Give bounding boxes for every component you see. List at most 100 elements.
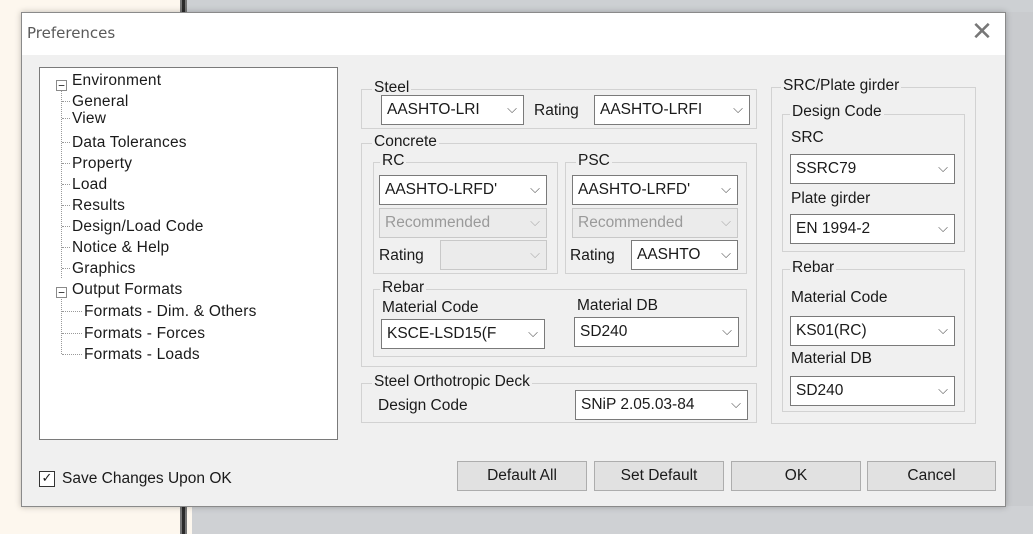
chevron-down-icon: ⌵ <box>530 182 540 197</box>
tree-item-notice-help[interactable]: Notice & Help <box>72 238 169 257</box>
tree-connector <box>62 333 82 334</box>
tree-connector <box>62 247 70 248</box>
chevron-down-icon: ⌵ <box>528 326 538 341</box>
set-default-button[interactable]: Set Default <box>594 461 724 491</box>
tree-item-data-tolerances[interactable]: Data Tolerances <box>72 133 187 152</box>
steel-rating-value: AASHTO-LRFI <box>600 101 703 118</box>
psc-rating-value: AASHTO <box>637 246 701 263</box>
background-top <box>22 0 1033 12</box>
chevron-down-icon: ⌵ <box>507 102 517 117</box>
src-rebar-material-db-select[interactable]: SD240 ⌵ <box>790 376 955 406</box>
plate-girder-select[interactable]: EN 1994-2 ⌵ <box>790 214 955 244</box>
tree-connector <box>62 226 70 227</box>
rc-option-value: Recommended <box>385 214 491 231</box>
tree-item-environment[interactable]: Environment <box>72 71 161 90</box>
tree-item-formats-dim[interactable]: Formats - Dim. & Others <box>84 302 257 321</box>
concrete-rebar-material-code-label: Material Code <box>382 299 479 316</box>
chevron-down-icon: ⌵ <box>733 102 743 117</box>
tree-item-graphics[interactable]: Graphics <box>72 259 136 278</box>
preferences-dialog: Preferences ✕ − Environment General View… <box>21 12 1006 507</box>
tree-item-view[interactable]: View <box>72 109 106 128</box>
psc-option-value: Recommended <box>578 214 684 231</box>
title-bar: Preferences ✕ <box>22 13 1005 55</box>
chevron-down-icon: ⌵ <box>530 215 540 230</box>
chevron-down-icon: ⌵ <box>530 247 540 262</box>
tree-connector <box>62 184 70 185</box>
psc-code-select[interactable]: AASHTO-LRFD' ⌵ <box>572 175 738 205</box>
chevron-down-icon: ⌵ <box>721 182 731 197</box>
steel-rating-select[interactable]: AASHTO-LRFI ⌵ <box>594 95 750 125</box>
src-label: SRC <box>791 129 824 146</box>
orthotropic-legend: Steel Orthotropic Deck <box>372 373 532 391</box>
src-rebar-material-code-select[interactable]: KS01(RC) ⌵ <box>790 316 955 346</box>
tree-item-formats-loads[interactable]: Formats - Loads <box>84 345 200 364</box>
src-rebar-material-db-label: Material DB <box>791 350 872 367</box>
background-left <box>0 0 22 534</box>
tree-item-output-formats[interactable]: Output Formats <box>72 280 182 299</box>
concrete-rebar-material-db-value: SD240 <box>580 323 628 340</box>
tree-item-load[interactable]: Load <box>72 175 107 194</box>
save-changes-checkbox[interactable]: ✓ <box>39 471 55 487</box>
cancel-button[interactable]: Cancel <box>867 461 996 491</box>
default-all-button[interactable]: Default All <box>457 461 587 491</box>
ok-button[interactable]: OK <box>731 461 861 491</box>
tree-connector <box>62 142 70 143</box>
src-rebar-material-code-value: KS01(RC) <box>796 322 867 339</box>
src-design-code-legend: Design Code <box>790 103 884 121</box>
src-code-select[interactable]: SSRC79 ⌵ <box>790 154 955 184</box>
tree-item-formats-forces[interactable]: Formats - Forces <box>84 324 205 343</box>
concrete-rebar-material-db-label: Material DB <box>577 297 658 314</box>
src-rebar-legend: Rebar <box>790 259 837 277</box>
tree-connector <box>62 118 70 119</box>
collapse-icon[interactable]: − <box>56 287 67 298</box>
tree-item-property[interactable]: Property <box>72 154 132 173</box>
chevron-down-icon: ⌵ <box>938 383 948 398</box>
orthotropic-design-code-label: Design Code <box>378 397 468 414</box>
concrete-rebar-legend: Rebar <box>380 279 427 297</box>
concrete-rebar-material-db-select[interactable]: SD240 ⌵ <box>574 317 739 347</box>
tree-connector <box>62 163 70 164</box>
steel-rating-label: Rating <box>534 102 579 119</box>
tree-connector <box>62 268 70 269</box>
chevron-down-icon: ⌵ <box>938 221 948 236</box>
dialog-title: Preferences <box>27 24 116 42</box>
tree-connector <box>62 311 82 312</box>
chevron-down-icon: ⌵ <box>938 323 948 338</box>
save-changes-label[interactable]: Save Changes Upon OK <box>62 470 232 488</box>
psc-rating-select[interactable]: AASHTO ⌵ <box>631 240 738 270</box>
rc-code-value: AASHTO-LRFD' <box>385 181 498 198</box>
concrete-rebar-material-code-value: KSCE-LSD15(F <box>387 325 497 342</box>
orthotropic-design-code-select[interactable]: SNiP 2.05.03-84 ⌵ <box>575 390 748 420</box>
splitter-top <box>180 0 187 12</box>
psc-legend: PSC <box>576 152 612 170</box>
plate-girder-label: Plate girder <box>791 190 871 207</box>
chevron-down-icon: ⌵ <box>721 215 731 230</box>
close-icon[interactable]: ✕ <box>969 19 995 45</box>
rc-rating-label: Rating <box>379 247 424 264</box>
tree-connector <box>62 101 70 102</box>
collapse-icon[interactable]: − <box>56 80 67 91</box>
tree-connector <box>62 205 70 206</box>
rc-option-select[interactable]: Recommended ⌵ <box>379 208 547 238</box>
chevron-down-icon: ⌵ <box>721 247 731 262</box>
psc-option-select[interactable]: Recommended ⌵ <box>572 208 738 238</box>
tree-connector <box>61 87 62 278</box>
concrete-rebar-material-code-select[interactable]: KSCE-LSD15(F ⌵ <box>381 319 545 349</box>
splitter-bottom <box>180 506 187 534</box>
tree-item-results[interactable]: Results <box>72 196 125 215</box>
steel-code-value: AASHTO-LRI <box>387 101 480 118</box>
steel-code-select[interactable]: AASHTO-LRI ⌵ <box>381 95 524 125</box>
chevron-down-icon: ⌵ <box>722 324 732 339</box>
tree-connector <box>61 292 62 354</box>
rc-rating-select[interactable]: ⌵ <box>440 240 547 270</box>
plate-girder-value: EN 1994-2 <box>796 220 871 237</box>
tree-item-design-load-code[interactable]: Design/Load Code <box>72 217 204 236</box>
background-bottom <box>0 506 1033 534</box>
rc-legend: RC <box>380 152 407 170</box>
preferences-tree[interactable]: − Environment General View Data Toleranc… <box>39 67 338 440</box>
rc-code-select[interactable]: AASHTO-LRFD' ⌵ <box>379 175 547 205</box>
src-rebar-material-db-value: SD240 <box>796 382 844 399</box>
src-legend: SRC/Plate girder <box>781 77 902 95</box>
concrete-legend: Concrete <box>372 133 439 151</box>
orthotropic-design-code-value: SNiP 2.05.03-84 <box>581 396 695 413</box>
